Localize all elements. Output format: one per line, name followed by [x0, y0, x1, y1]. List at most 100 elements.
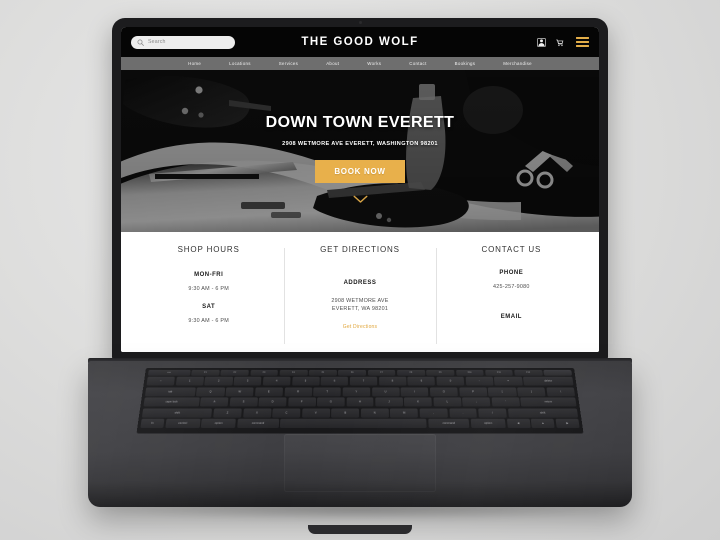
key-delete[interactable]: delete: [523, 376, 574, 386]
key-arrow-left[interactable]: ◀: [506, 419, 531, 429]
key-p[interactable]: P: [458, 387, 488, 397]
key-f11[interactable]: F11: [484, 369, 514, 376]
account-icon[interactable]: [537, 37, 546, 47]
key-f9[interactable]: F9: [426, 369, 455, 376]
key-x[interactable]: X: [242, 408, 272, 418]
key-5[interactable]: 5: [291, 376, 320, 386]
key-equal[interactable]: =: [494, 376, 523, 386]
key-shift-right[interactable]: shift: [507, 408, 579, 418]
key-c[interactable]: C: [272, 408, 301, 418]
key-f1[interactable]: F1: [191, 369, 220, 376]
address-line-2: EVERETT, WA 98201: [331, 305, 389, 312]
search-placeholder: Search: [148, 39, 166, 45]
key-return[interactable]: return: [520, 397, 577, 407]
key-control[interactable]: control: [164, 419, 201, 429]
key-f10[interactable]: F10: [455, 369, 484, 376]
key-semicolon[interactable]: ;: [462, 397, 491, 407]
key-tab[interactable]: tab: [144, 387, 196, 397]
key-r[interactable]: R: [284, 387, 312, 397]
nav-item-contact[interactable]: Contact: [395, 61, 440, 66]
key-n[interactable]: N: [360, 408, 389, 418]
key-command-right[interactable]: command: [428, 419, 470, 429]
search-input[interactable]: Search: [131, 35, 235, 49]
key-s[interactable]: S: [229, 397, 258, 407]
key-i[interactable]: I: [400, 387, 429, 397]
key-option-right[interactable]: option: [470, 419, 506, 429]
key-w[interactable]: W: [225, 387, 254, 397]
key-slash[interactable]: /: [478, 408, 507, 418]
key-t[interactable]: T: [313, 387, 342, 397]
key-quote[interactable]: ': [491, 397, 520, 407]
nav-item-bookings[interactable]: Bookings: [441, 61, 490, 66]
key-f6[interactable]: F6: [338, 369, 367, 376]
key-1[interactable]: 1: [175, 376, 204, 386]
key-u[interactable]: U: [371, 387, 400, 397]
key-a[interactable]: A: [200, 397, 229, 407]
keyboard-row-bottom: shift Z X C V B N M , . / shift: [141, 408, 579, 418]
key-bracket-right[interactable]: ]: [517, 387, 546, 397]
key-option-left[interactable]: option: [200, 419, 237, 429]
key-shift-left[interactable]: shift: [141, 408, 213, 418]
key-y[interactable]: Y: [342, 387, 371, 397]
key-arrow-updown[interactable]: ▲: [531, 419, 556, 429]
key-space[interactable]: [279, 419, 427, 429]
key-9[interactable]: 9: [407, 376, 436, 386]
key-minus[interactable]: -: [465, 376, 494, 386]
key-l[interactable]: L: [433, 397, 462, 407]
key-b[interactable]: B: [331, 408, 360, 418]
key-e[interactable]: E: [254, 387, 283, 397]
key-caps-lock[interactable]: caps lock: [143, 397, 200, 407]
chevron-down-icon[interactable]: [353, 195, 368, 204]
key-8[interactable]: 8: [378, 376, 407, 386]
key-q[interactable]: Q: [196, 387, 225, 397]
webcam-icon: [358, 21, 362, 24]
key-f[interactable]: F: [287, 397, 316, 407]
key-fn[interactable]: fn: [140, 419, 165, 429]
key-comma[interactable]: ,: [419, 408, 448, 418]
key-3[interactable]: 3: [233, 376, 262, 386]
nav-item-locations[interactable]: Locations: [215, 61, 265, 66]
key-f12[interactable]: F12: [514, 369, 543, 376]
nav-item-home[interactable]: Home: [174, 61, 215, 66]
key-2[interactable]: 2: [204, 376, 233, 386]
hero-subtitle: 2908 WETMORE AVE EVERETT, WASHINGTON 982…: [282, 141, 438, 147]
key-f3[interactable]: F3: [250, 369, 279, 376]
nav-item-merchandise[interactable]: Merchandise: [489, 61, 546, 66]
key-esc[interactable]: esc: [147, 369, 191, 376]
key-tilde[interactable]: ~: [146, 376, 176, 386]
lid-open-notch: [308, 525, 412, 534]
hamburger-menu-icon[interactable]: [576, 37, 589, 47]
key-o[interactable]: O: [429, 387, 458, 397]
key-j[interactable]: J: [375, 397, 403, 407]
key-m[interactable]: M: [390, 408, 419, 418]
key-h[interactable]: H: [346, 397, 374, 407]
key-k[interactable]: K: [404, 397, 433, 407]
key-7[interactable]: 7: [349, 376, 378, 386]
key-d[interactable]: D: [258, 397, 287, 407]
key-4[interactable]: 4: [262, 376, 291, 386]
nav-item-about[interactable]: About: [312, 61, 353, 66]
key-z[interactable]: Z: [213, 408, 242, 418]
key-f2[interactable]: F2: [220, 369, 249, 376]
key-bracket-left[interactable]: [: [488, 387, 517, 397]
key-6[interactable]: 6: [320, 376, 349, 386]
get-directions-link[interactable]: Get Directions: [343, 324, 377, 330]
screen-bezel: Search THE GOOD WOLF Home Locations Serv…: [121, 27, 599, 352]
nav-item-works[interactable]: Works: [353, 61, 395, 66]
cart-icon[interactable]: [555, 38, 564, 47]
key-f4[interactable]: F4: [279, 369, 308, 376]
key-backslash[interactable]: \: [546, 387, 575, 397]
trackpad[interactable]: [284, 434, 436, 492]
key-g[interactable]: G: [317, 397, 345, 407]
key-0[interactable]: 0: [436, 376, 465, 386]
key-f7[interactable]: F7: [367, 369, 396, 376]
key-f5[interactable]: F5: [308, 369, 337, 376]
key-arrow-right[interactable]: ▶: [555, 419, 580, 429]
key-f8[interactable]: F8: [397, 369, 425, 376]
book-now-button[interactable]: BOOK NOW: [315, 160, 405, 183]
key-v[interactable]: V: [301, 408, 330, 418]
key-command-left[interactable]: command: [237, 419, 279, 429]
nav-item-services[interactable]: Services: [265, 61, 312, 66]
key-power[interactable]: [543, 369, 573, 376]
key-period[interactable]: .: [448, 408, 478, 418]
